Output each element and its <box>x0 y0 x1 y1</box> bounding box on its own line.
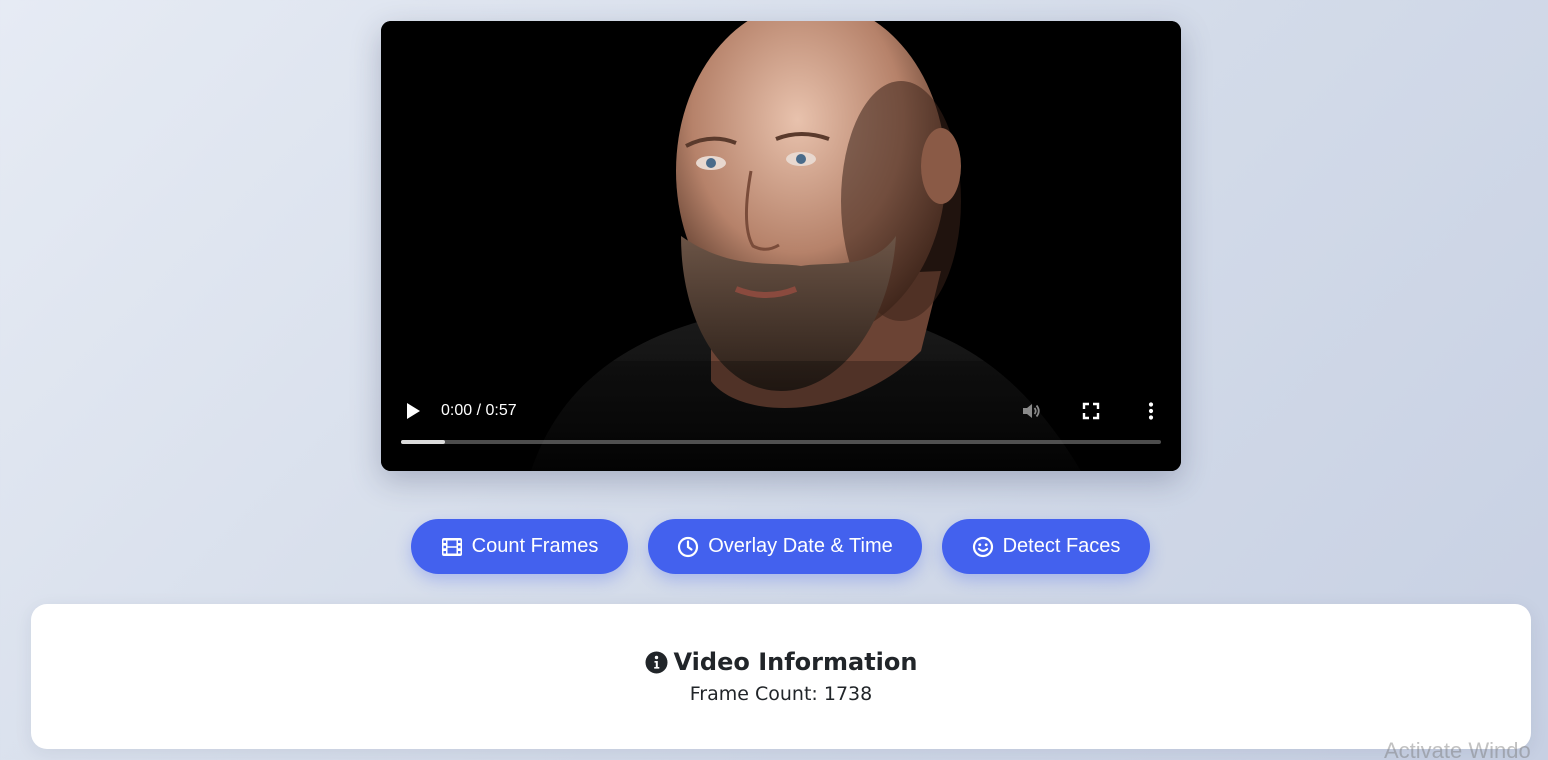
seek-bar[interactable] <box>401 440 1161 444</box>
count-frames-label: Count Frames <box>471 535 599 557</box>
clock-icon <box>678 536 699 557</box>
video-info-card: Video Information Frame Count: 1738 <box>31 604 1531 749</box>
detect-faces-button[interactable]: Detect Faces <box>942 519 1150 574</box>
smile-icon <box>972 536 993 557</box>
seek-progress <box>401 440 446 444</box>
volume-icon[interactable] <box>1020 400 1042 422</box>
info-circle-icon <box>645 651 668 673</box>
overlay-date-time-button[interactable]: Overlay Date & Time <box>648 519 922 574</box>
more-options-icon[interactable] <box>1140 400 1162 422</box>
video-info-heading: Video Information <box>31 648 1531 676</box>
activation-watermark: Activate Windo <box>1384 738 1531 760</box>
play-icon[interactable] <box>402 400 424 422</box>
video-info-title: Video Information <box>673 648 918 676</box>
film-icon <box>441 537 462 556</box>
fullscreen-icon[interactable] <box>1080 400 1102 422</box>
count-frames-button[interactable]: Count Frames <box>411 519 628 574</box>
overlay-date-time-label: Overlay Date & Time <box>708 535 893 557</box>
frame-count-text: Frame Count: 1738 <box>689 683 873 705</box>
time-display: 0:00 / 0:57 <box>441 402 517 419</box>
detect-faces-label: Detect Faces <box>1002 535 1121 557</box>
